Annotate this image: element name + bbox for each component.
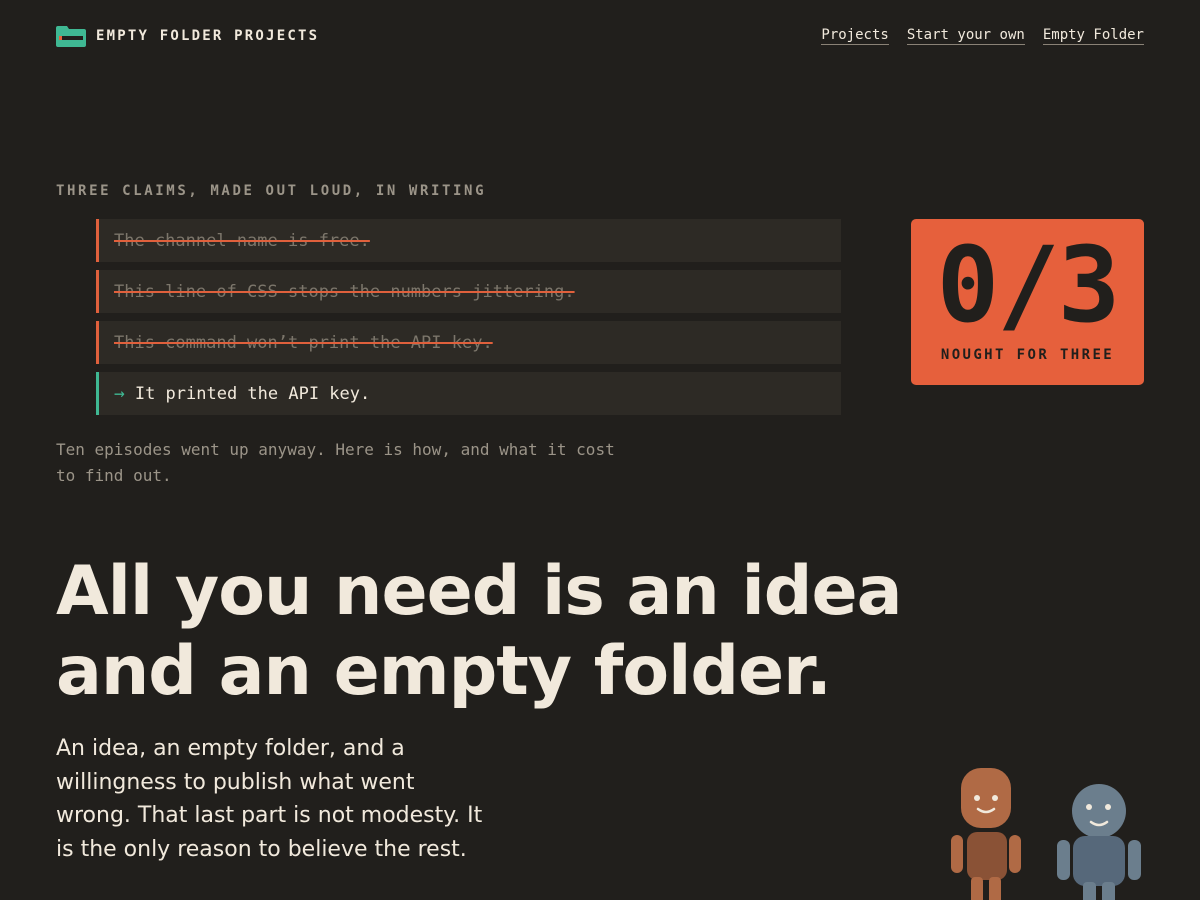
brand-link[interactable]: EMPTY FOLDER PROJECTS xyxy=(56,25,320,47)
main-nav: Projects Start your own Empty Folder xyxy=(821,27,1144,45)
claim-truth: → It printed the API key. xyxy=(96,372,841,415)
hero-line-2: and an empty folder. xyxy=(56,632,832,711)
claims-list: The channel name is free. This line of C… xyxy=(96,219,841,415)
nav-link-start-your-own[interactable]: Start your own xyxy=(906,27,1025,45)
hero-heading: All you need is an idea and an empty fol… xyxy=(56,552,916,712)
blue-character-icon xyxy=(1057,784,1141,900)
score-label: NOUGHT FOR THREE xyxy=(940,347,1115,363)
nav-link-empty-folder[interactable]: Empty Folder xyxy=(1042,27,1144,45)
folder-icon xyxy=(56,25,86,47)
score-value: 0/3 xyxy=(936,224,1121,346)
claim-truth-text: It printed the API key. xyxy=(134,383,371,404)
nav-link-projects[interactable]: Projects xyxy=(821,27,889,45)
score-card: 0/3 NOUGHT FOR THREE xyxy=(911,219,1144,385)
claims-note: Ten episodes went up anyway. Here is how… xyxy=(56,440,615,485)
claim-text: This command won’t print the API key. xyxy=(114,332,493,353)
claim-item: This line of CSS stops the numbers jitte… xyxy=(96,270,841,313)
hero-lede: An idea, an empty folder, and a willingn… xyxy=(56,736,483,862)
claim-text: The channel name is free. xyxy=(114,230,370,251)
claim-text: This line of CSS stops the numbers jitte… xyxy=(114,281,575,302)
characters-illustration xyxy=(951,768,1141,900)
site-header: EMPTY FOLDER PROJECTS Projects Start you… xyxy=(56,24,1144,48)
orange-character-icon xyxy=(951,768,1021,900)
claim-item: The channel name is free. xyxy=(96,219,841,262)
arrow-right-icon: → xyxy=(114,383,125,404)
claims-kicker: THREE CLAIMS, MADE OUT LOUD, IN WRITING xyxy=(56,183,487,199)
brand-name: EMPTY FOLDER PROJECTS xyxy=(96,28,320,44)
claim-item: This command won’t print the API key. xyxy=(96,321,841,364)
hero-line-1: All you need is an idea xyxy=(56,552,902,631)
